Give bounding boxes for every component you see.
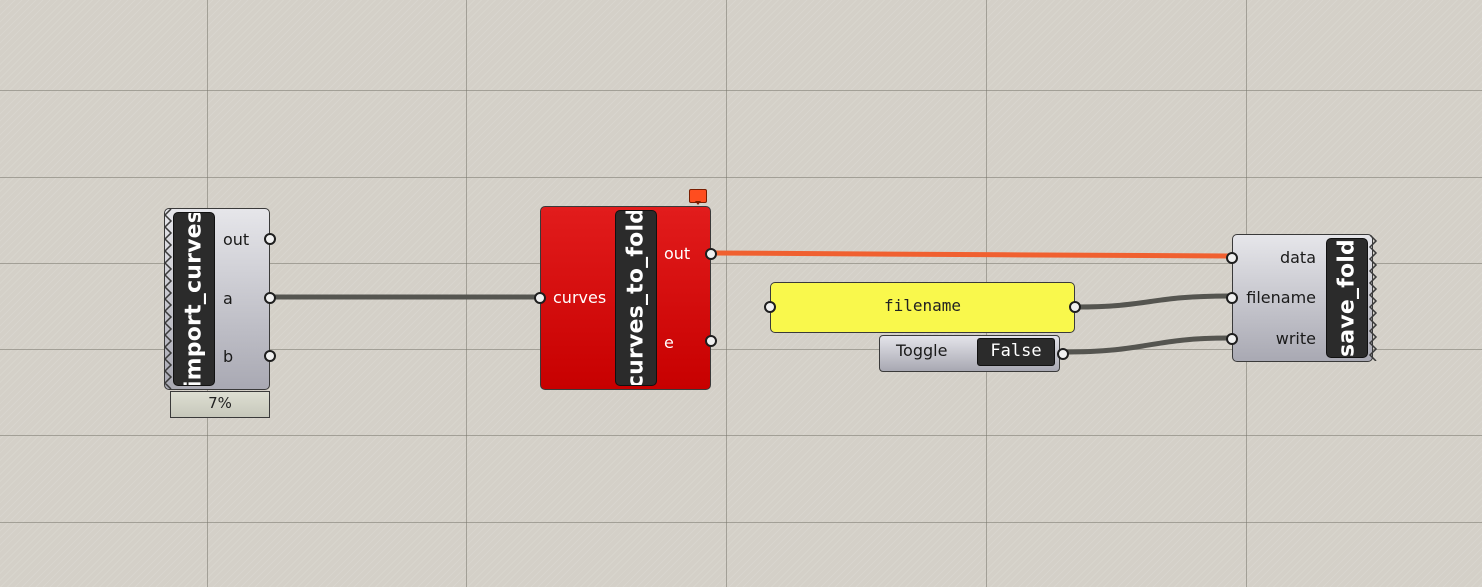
panel-output-port[interactable] xyxy=(1069,301,1081,313)
output-label-e: e xyxy=(664,333,674,352)
output-port-out[interactable] xyxy=(705,248,717,260)
component-name: save_fold xyxy=(1334,239,1360,357)
component-name: curves_to_fold xyxy=(623,210,649,386)
panel-text: filename xyxy=(883,296,962,315)
input-port-data[interactable] xyxy=(1226,252,1238,264)
toggle-value[interactable]: False xyxy=(977,338,1055,366)
panel-input-port[interactable] xyxy=(764,301,776,313)
component-name-bar: import_curves xyxy=(173,212,215,386)
wire-filename-to-filename[interactable] xyxy=(1075,293,1230,310)
boolean-toggle[interactable]: Toggle False xyxy=(879,335,1069,372)
output-port-e[interactable] xyxy=(705,335,717,347)
output-label-b: b xyxy=(223,347,234,366)
zigzag-edge-icon xyxy=(163,209,173,389)
output-port-b[interactable] xyxy=(264,350,276,362)
output-label-out: out xyxy=(223,230,250,249)
toggle-label: Toggle xyxy=(896,341,948,360)
wire-out-to-data[interactable] xyxy=(712,250,1230,259)
component-curves-to-fold[interactable]: curves_to_fold curves out e xyxy=(534,206,717,390)
input-port-write[interactable] xyxy=(1226,333,1238,345)
input-label-filename: filename xyxy=(1246,288,1316,307)
progress-badge: 7% xyxy=(170,391,270,418)
component-name-bar: curves_to_fold xyxy=(615,210,657,386)
output-label-out: out xyxy=(664,244,691,263)
input-port-curves[interactable] xyxy=(534,292,546,304)
message-balloon-icon[interactable] xyxy=(689,189,707,205)
wire-toggle-to-write[interactable] xyxy=(1061,335,1230,355)
panel-filename[interactable]: filename xyxy=(764,282,1081,333)
input-label-curves: curves xyxy=(553,288,607,307)
component-save-fold[interactable]: data filename write save_fold xyxy=(1226,234,1378,362)
component-import-curves[interactable]: import_curves out a b xyxy=(163,208,276,390)
component-name-bar: save_fold xyxy=(1326,238,1368,358)
component-name: import_curves xyxy=(181,212,207,386)
output-label-a: a xyxy=(223,289,233,308)
zigzag-edge-icon xyxy=(1368,235,1378,361)
input-port-filename[interactable] xyxy=(1226,292,1238,304)
toggle-output-port[interactable] xyxy=(1057,348,1069,360)
output-port-a[interactable] xyxy=(264,292,276,304)
input-label-data: data xyxy=(1279,248,1316,267)
output-port-out[interactable] xyxy=(264,233,276,245)
input-label-write: write xyxy=(1275,329,1316,348)
